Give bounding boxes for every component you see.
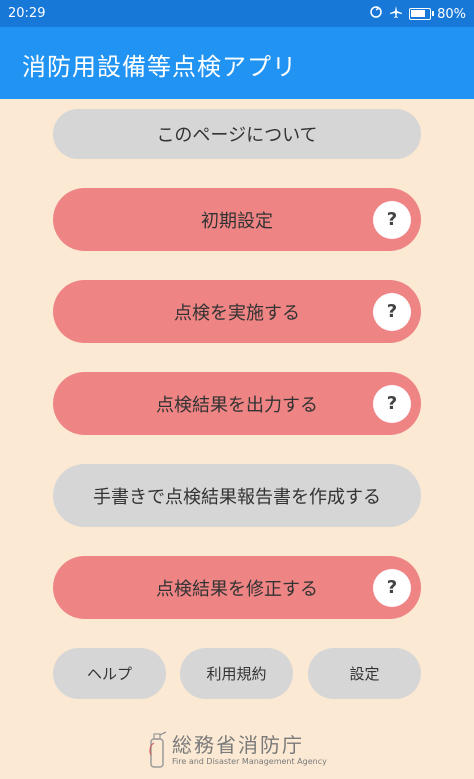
terms-label: 利用規約 bbox=[206, 665, 267, 683]
help-icon[interactable]: ? bbox=[373, 200, 411, 239]
output-results-button[interactable]: 点検結果を出力する ? bbox=[53, 372, 421, 435]
airplane-icon bbox=[389, 5, 403, 23]
about-page-label: このページについて bbox=[156, 125, 318, 146]
about-page-button[interactable]: このページについて bbox=[53, 109, 421, 159]
status-time: 20:29 bbox=[8, 6, 46, 21]
status-icons: 80% bbox=[369, 5, 466, 23]
help-icon[interactable]: ? bbox=[373, 568, 411, 607]
app-bar: 消防用設備等点検アプリ bbox=[0, 27, 474, 99]
modify-results-button[interactable]: 点検結果を修正する ? bbox=[53, 556, 421, 619]
help-icon[interactable]: ? bbox=[373, 384, 411, 423]
status-bar: 20:29 80% bbox=[0, 0, 474, 27]
footer: 総務省消防庁 Fire and Disaster Management Agen… bbox=[0, 725, 474, 775]
modify-results-label: 点検結果を修正する bbox=[156, 578, 318, 600]
sync-icon bbox=[369, 5, 383, 23]
perform-inspection-button[interactable]: 点検を実施する ? bbox=[53, 280, 421, 343]
agency-name: 総務省消防庁 bbox=[172, 733, 304, 757]
output-results-label: 点検結果を出力する bbox=[156, 394, 318, 416]
perform-inspection-label: 点検を実施する bbox=[174, 302, 300, 324]
initial-settings-label: 初期設定 bbox=[201, 210, 273, 232]
help-icon[interactable]: ? bbox=[373, 292, 411, 331]
battery-icon bbox=[409, 8, 435, 20]
help-button[interactable]: ヘルプ bbox=[53, 648, 166, 699]
battery-percent: 80% bbox=[437, 6, 466, 22]
settings-button[interactable]: 設定 bbox=[308, 648, 421, 699]
handwritten-report-label: 手書きで点検結果報告書を作成する bbox=[93, 486, 381, 508]
fire-extinguisher-icon bbox=[146, 729, 168, 769]
settings-label: 設定 bbox=[349, 665, 380, 683]
help-label: ヘルプ bbox=[86, 665, 132, 683]
handwritten-report-button[interactable]: 手書きで点検結果報告書を作成する bbox=[53, 464, 421, 527]
agency-english-name: Fire and Disaster Management Agency bbox=[172, 757, 327, 766]
battery-fill bbox=[411, 10, 426, 17]
app-title: 消防用設備等点検アプリ bbox=[22, 53, 297, 81]
terms-button[interactable]: 利用規約 bbox=[180, 648, 293, 699]
initial-settings-button[interactable]: 初期設定 ? bbox=[53, 188, 421, 251]
